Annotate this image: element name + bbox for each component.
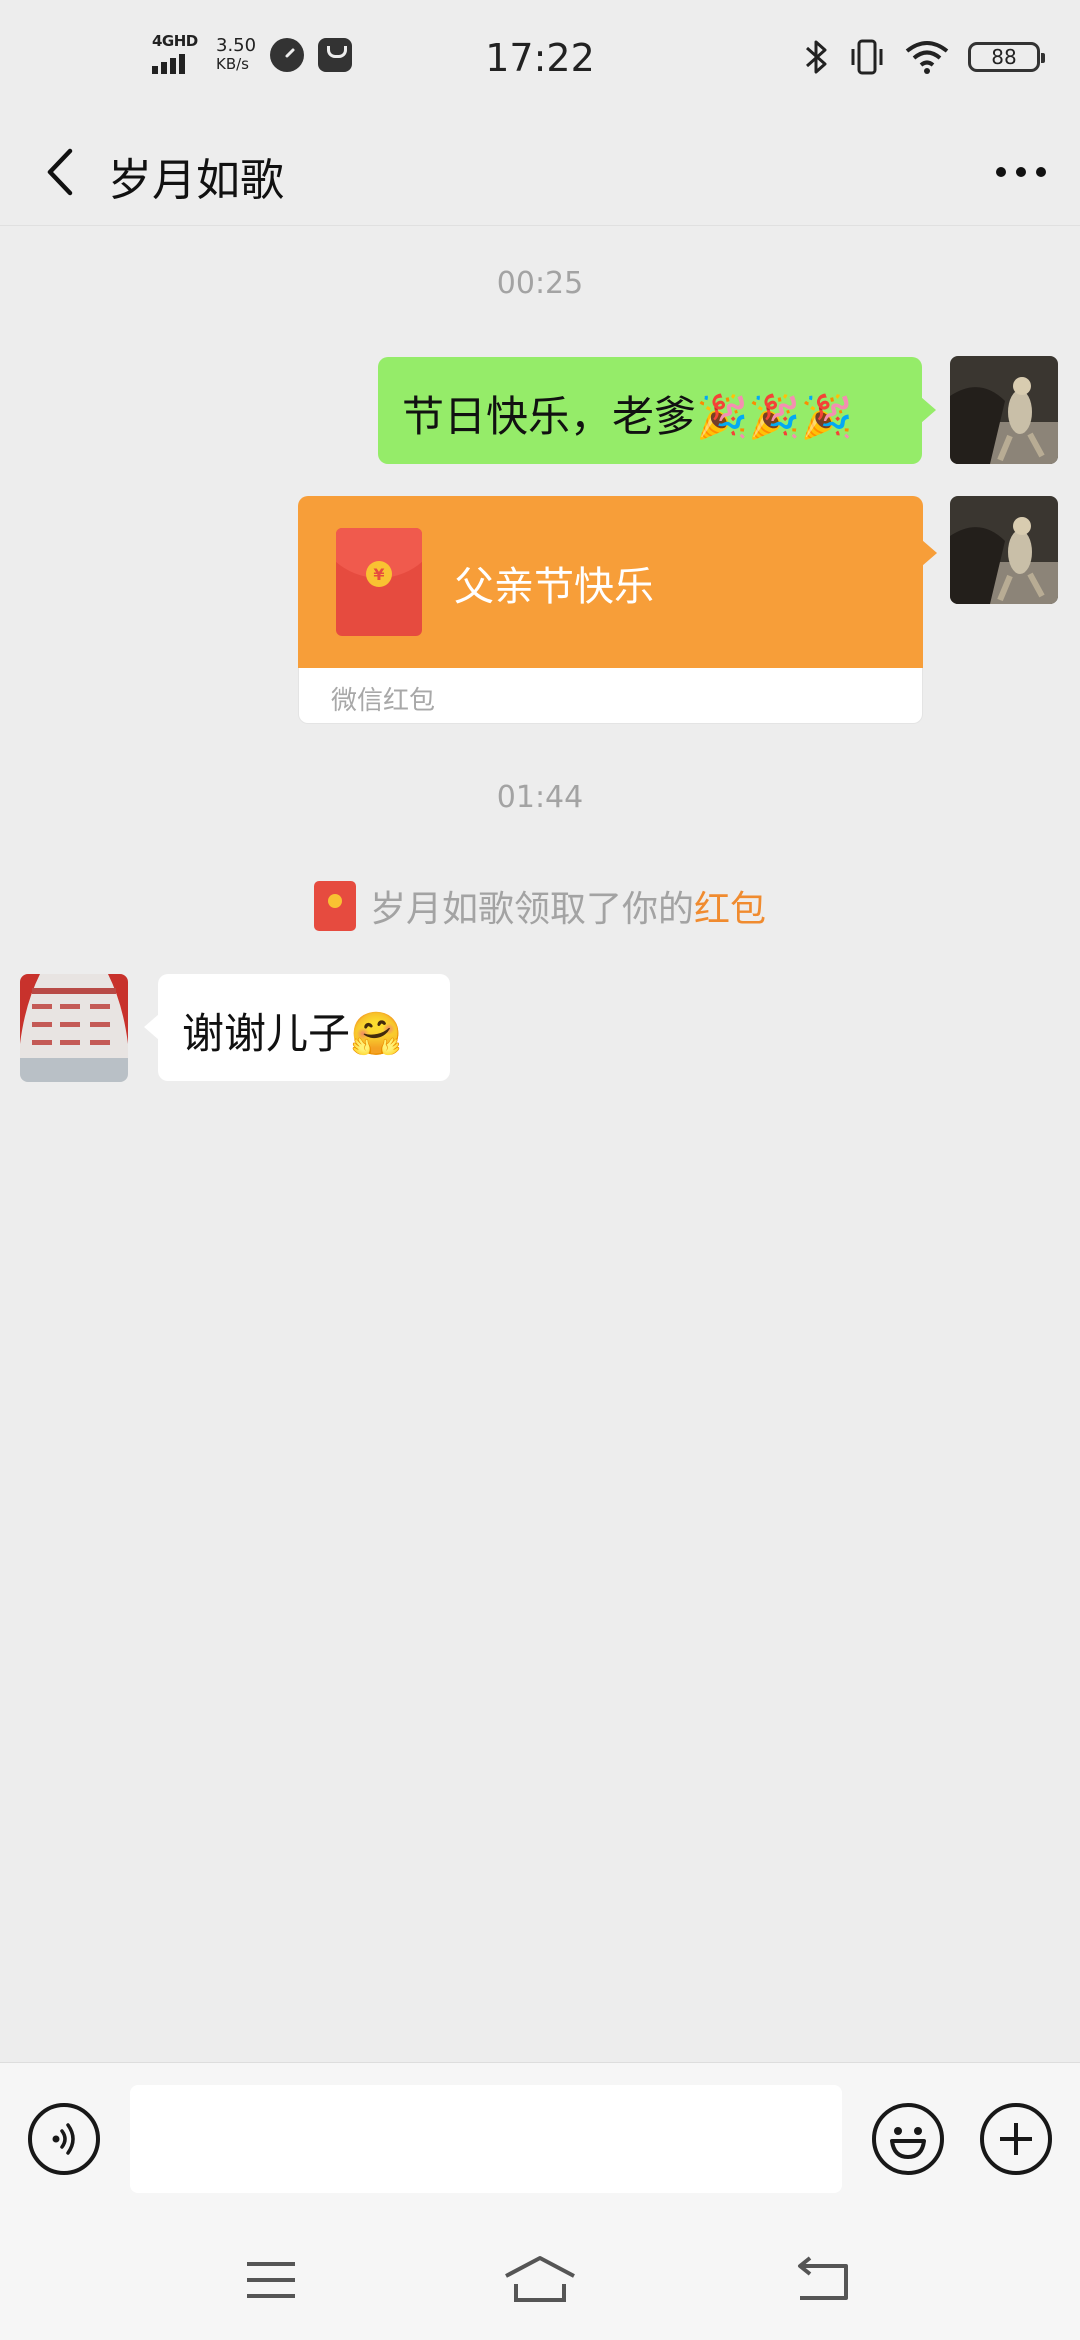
message-bubble-sent[interactable]: 节日快乐，老爹🎉🎉🎉 [378,357,936,464]
message-text: 节日快乐，老爹🎉🎉🎉 [402,392,853,441]
message-timestamp: 00:25 [496,266,584,301]
red-packet-link[interactable]: 红包 [694,889,766,930]
message-input[interactable] [130,2085,842,2193]
emoji-button[interactable] [872,2103,944,2175]
my-avatar[interactable] [950,496,1058,604]
chat-title: 岁月如歌 [108,155,284,206]
battery-level: 88 [991,45,1017,69]
back-icon [798,2256,848,2300]
voice-input-button[interactable] [28,2103,100,2175]
bluetooth-icon [806,40,827,74]
menu-button[interactable] [226,2248,316,2312]
red-envelope-icon: ¥ [336,528,422,636]
system-notice: 岁月如歌领取了你的红包 [0,880,1080,932]
more-dots-icon [996,167,1046,177]
system-nav-bar [0,2224,1080,2340]
red-envelope-icon [313,881,356,931]
status-right: 88 [804,38,1045,76]
red-packet-label: 微信红包 [331,686,436,716]
input-bar [0,2062,1080,2224]
chat-header: 岁月如歌 [0,120,1080,226]
menu-icon [247,2262,295,2298]
message-bubble-received[interactable]: 谢谢儿子🤗 [144,974,450,1081]
plus-icon [1000,2123,1032,2155]
home-button[interactable] [495,2248,585,2312]
battery-icon: 88 [968,42,1045,72]
message-text: 谢谢儿子🤗 [182,1009,403,1058]
voice-icon [52,2123,75,2155]
back-button[interactable] [30,142,90,202]
message-timestamp: 01:44 [496,780,584,815]
red-packet-footer: 微信红包 [298,668,923,724]
wifi-icon [905,41,949,74]
back-nav-button[interactable] [778,2248,868,2312]
red-packet-card[interactable]: ¥ 父亲节快乐 微信红包 [298,496,937,724]
system-notice-text: 岁月如歌领取了你的红包 [369,889,767,930]
vibrate-icon [851,39,883,75]
status-bar: 4GHD 3.50 KB/s 17:22 88 [0,0,1080,120]
emoji-icon [890,2127,926,2159]
home-icon [505,2256,575,2302]
more-actions-button[interactable] [980,2103,1052,2175]
red-packet-body: ¥ 父亲节快乐 [298,496,937,668]
chevron-left-icon [47,148,73,196]
my-avatar[interactable] [950,356,1058,464]
contact-avatar[interactable] [20,974,128,1082]
more-button[interactable] [986,142,1056,202]
red-packet-title: 父亲节快乐 [454,564,654,610]
